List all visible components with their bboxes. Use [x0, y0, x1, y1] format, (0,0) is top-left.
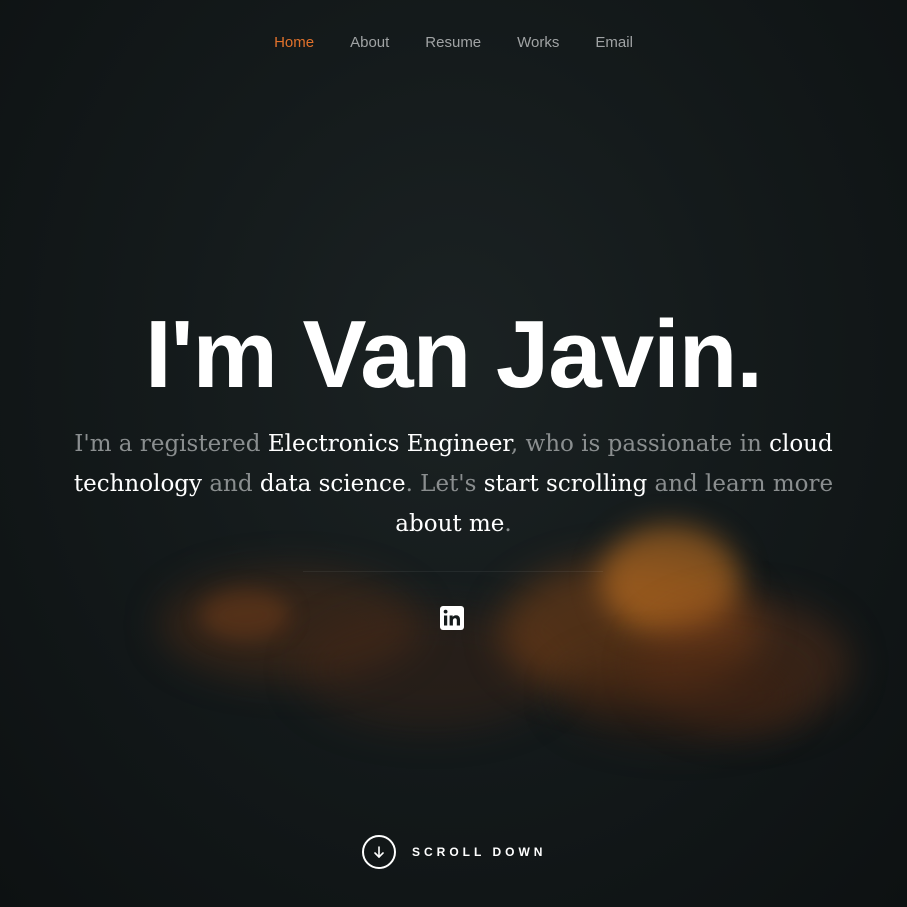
nav-item-about[interactable]: About [332, 34, 407, 51]
desc-text: and [202, 471, 260, 497]
scroll-circle [362, 835, 396, 869]
desc-text: I'm a registered [74, 431, 268, 457]
linkedin-icon [440, 606, 464, 630]
desc-highlight: about me [395, 511, 505, 537]
scroll-down-button[interactable]: SCROLL DOWN [362, 835, 546, 869]
desc-highlight: Electronics Engineer [267, 431, 511, 457]
cloud-shape [560, 650, 800, 740]
main-nav: Home About Resume Works Email [0, 0, 907, 84]
hero-title: I'm Van Javin. [144, 301, 763, 408]
desc-text: . Let's [405, 471, 484, 497]
desc-highlight: start scrolling [483, 471, 648, 497]
desc-text: . [504, 511, 512, 537]
hero-description: I'm a registered Electronics Engineer, w… [50, 424, 857, 544]
desc-text: , who is passionate in [510, 431, 770, 457]
scroll-down-label: SCROLL DOWN [412, 845, 547, 859]
hero-divider [303, 571, 603, 572]
nav-item-home[interactable]: Home [256, 34, 332, 51]
linkedin-link[interactable] [440, 606, 464, 630]
desc-text: and learn more [647, 471, 834, 497]
nav-item-resume[interactable]: Resume [407, 34, 499, 51]
arrow-down-icon [374, 846, 384, 858]
nav-item-works[interactable]: Works [499, 34, 577, 51]
cloud-shape [200, 590, 290, 640]
desc-highlight: data science [259, 471, 406, 497]
nav-item-email[interactable]: Email [577, 34, 651, 51]
